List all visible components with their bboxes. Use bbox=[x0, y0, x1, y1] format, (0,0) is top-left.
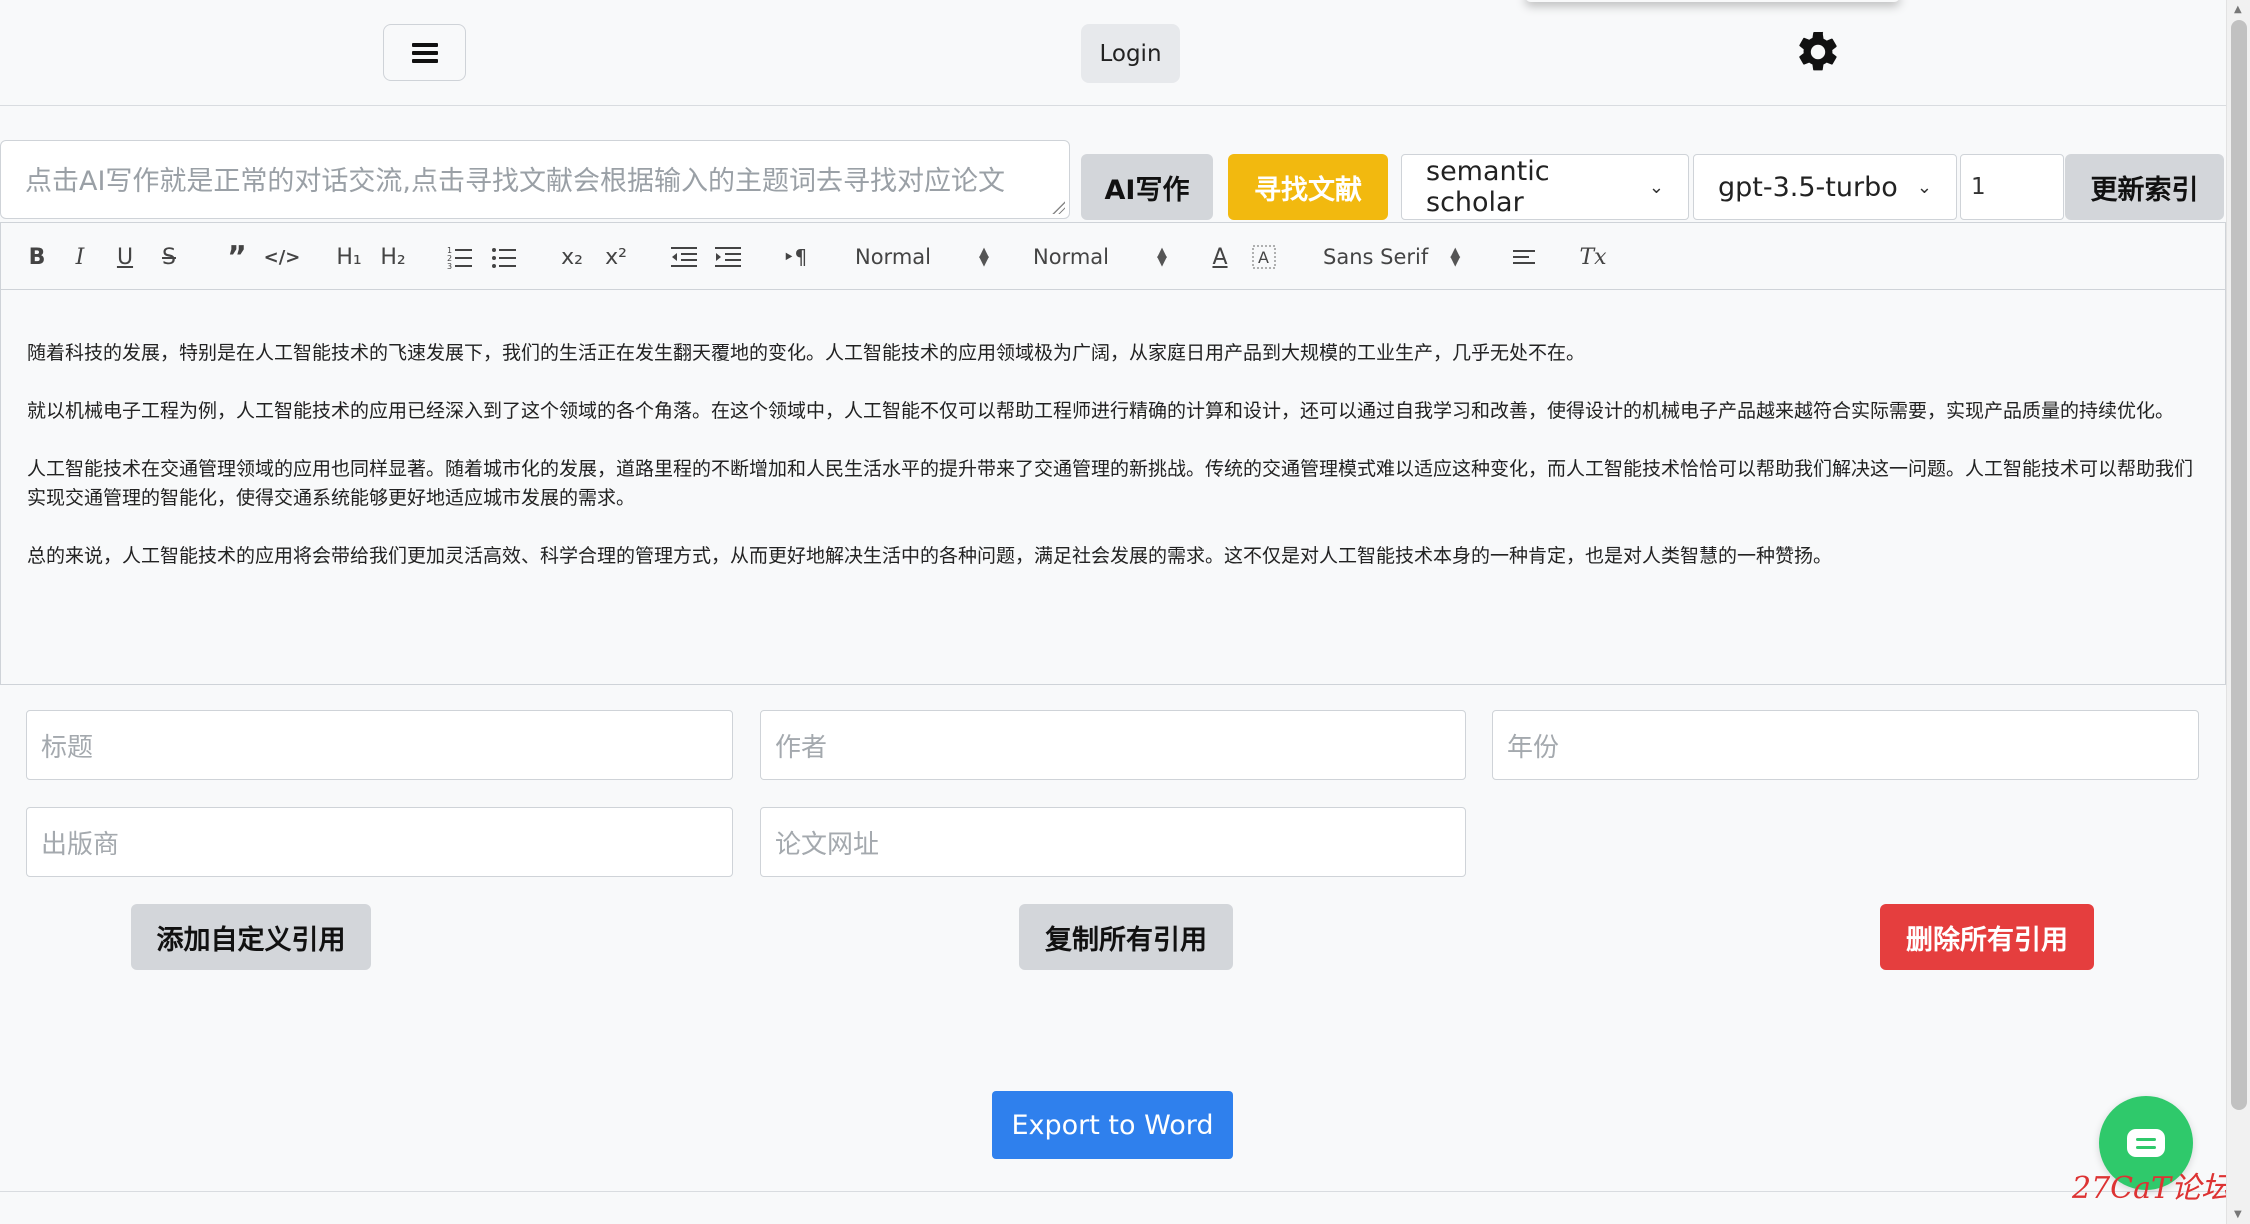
model-select[interactable]: gpt-3.5-turbo ⌄ bbox=[1693, 154, 1957, 220]
url-placeholder: 论文网址 bbox=[775, 829, 880, 860]
rich-text-editor[interactable]: 随着科技的发展，特别是在人工智能技术的飞速发展下，我们的生活正在发生翻天覆地的变… bbox=[0, 289, 2226, 685]
outdent-icon[interactable] bbox=[671, 239, 697, 275]
dropdown-shadow bbox=[1525, 0, 1900, 2]
italic-button[interactable]: I bbox=[68, 239, 92, 275]
header-select[interactable]: Normal ▲ ▼ bbox=[855, 239, 989, 275]
prompt-placeholder: 点击AI写作就是正常的对话交流,点击寻找文献会根据输入的主题词去寻找对应论文 bbox=[25, 166, 1006, 197]
scroll-down-icon[interactable]: ▼ bbox=[2234, 1209, 2242, 1220]
citation-url-input[interactable]: 论文网址 bbox=[760, 807, 1466, 877]
find-references-button[interactable]: 寻找文献 bbox=[1228, 154, 1388, 220]
export-to-word-button[interactable]: Export to Word bbox=[992, 1091, 1233, 1159]
editor-paragraph: 就以机械电子工程为例，人工智能技术的应用已经深入到了这个领域的各个角落。在这个领… bbox=[27, 400, 2175, 422]
clear-format-button[interactable]: Tx bbox=[1579, 239, 1607, 275]
code-block-icon[interactable]: </> bbox=[264, 239, 301, 275]
copy-all-citations-button[interactable]: 复制所有引用 bbox=[1019, 904, 1233, 970]
updown-icon: ▲ ▼ bbox=[978, 245, 989, 269]
gear-icon[interactable] bbox=[1794, 28, 1842, 76]
source-select-value: semantic scholar bbox=[1426, 156, 1550, 218]
title-placeholder: 标题 bbox=[41, 732, 94, 763]
hamburger-icon bbox=[411, 42, 438, 63]
count-input[interactable]: 1 bbox=[1960, 154, 2064, 220]
svg-text:A: A bbox=[1258, 248, 1269, 267]
text-color-button[interactable]: A bbox=[1207, 239, 1233, 275]
chevron-down-icon: ⌄ bbox=[1916, 176, 1932, 198]
updown-icon: ▲ ▼ bbox=[1156, 245, 1167, 269]
header-select-value: Normal bbox=[855, 245, 931, 269]
font-select[interactable]: Sans Serif ▲ ▼ bbox=[1323, 239, 1473, 275]
citation-publisher-input[interactable]: 出版商 bbox=[26, 807, 733, 877]
svg-text:3: 3 bbox=[447, 262, 452, 271]
align-icon[interactable] bbox=[1511, 239, 1537, 275]
h2-button[interactable]: H₂ bbox=[377, 239, 409, 275]
delete-all-citations-button[interactable]: 删除所有引用 bbox=[1880, 904, 2094, 970]
citation-title-input[interactable]: 标题 bbox=[26, 710, 733, 780]
app-root: Login 点击AI写作就是正常的对话交流,点击寻找文献会根据输入的主题词去寻找… bbox=[0, 0, 2250, 1224]
underline-button[interactable]: U bbox=[113, 239, 137, 275]
count-input-value: 1 bbox=[1971, 174, 1986, 200]
publisher-placeholder: 出版商 bbox=[41, 829, 120, 860]
author-placeholder: 作者 bbox=[775, 732, 828, 763]
size-select[interactable]: Normal ▲ ▼ bbox=[1033, 239, 1167, 275]
font-select-value: Sans Serif bbox=[1323, 245, 1429, 269]
footer-divider bbox=[0, 1191, 2226, 1192]
ai-write-button[interactable]: AI写作 bbox=[1081, 154, 1213, 220]
background-color-icon[interactable]: A bbox=[1251, 239, 1277, 275]
resize-grip-icon[interactable] bbox=[1051, 200, 1065, 214]
size-select-value: Normal bbox=[1033, 245, 1109, 269]
indent-icon[interactable] bbox=[715, 239, 741, 275]
superscript-button[interactable]: x² bbox=[601, 239, 631, 275]
top-navbar: Login bbox=[0, 0, 2226, 106]
bold-button[interactable]: B bbox=[25, 239, 49, 275]
editor-paragraph: 总的来说，人工智能技术的应用将会带给我们更加灵活高效、科学合理的管理方式，从而更… bbox=[27, 545, 1833, 567]
h1-button[interactable]: H₁ bbox=[333, 239, 365, 275]
scrollbar-thumb[interactable] bbox=[2231, 20, 2247, 1110]
strike-button[interactable]: S bbox=[157, 239, 181, 275]
chat-bubble-icon bbox=[2127, 1129, 2165, 1157]
subscript-button[interactable]: x₂ bbox=[557, 239, 587, 275]
watermark: 27CaT论坛 bbox=[2072, 1171, 2232, 1206]
source-select[interactable]: semantic scholar ⌄ bbox=[1401, 154, 1689, 220]
chevron-down-icon: ⌄ bbox=[1648, 176, 1664, 198]
editor-toolbar: B I U S ” </> H₁ H₂ 123 x₂ x² ‣¶ Normal … bbox=[0, 222, 2226, 290]
scroll-up-icon[interactable]: ▲ bbox=[2234, 4, 2242, 15]
update-index-button[interactable]: 更新索引 bbox=[2065, 154, 2224, 220]
blockquote-icon[interactable]: ” bbox=[223, 239, 251, 275]
menu-button[interactable] bbox=[383, 24, 466, 81]
editor-paragraph: 人工智能技术在交通管理领域的应用也同样显著。随着城市化的发展，道路里程的不断增加… bbox=[27, 458, 2194, 509]
add-custom-citation-button[interactable]: 添加自定义引用 bbox=[131, 904, 371, 970]
citation-year-input[interactable]: 年份 bbox=[1492, 710, 2199, 780]
prompt-textarea[interactable]: 点击AI写作就是正常的对话交流,点击寻找文献会根据输入的主题词去寻找对应论文 bbox=[0, 140, 1070, 219]
ordered-list-icon[interactable]: 123 bbox=[447, 239, 473, 275]
rtl-direction-icon[interactable]: ‣¶ bbox=[781, 239, 809, 275]
page-scrollbar[interactable]: ▲ ▼ bbox=[2226, 0, 2250, 1224]
bullet-list-icon[interactable] bbox=[491, 239, 517, 275]
citation-author-input[interactable]: 作者 bbox=[760, 710, 1466, 780]
updown-icon: ▲ ▼ bbox=[1450, 245, 1461, 269]
year-placeholder: 年份 bbox=[1507, 732, 1560, 763]
editor-paragraph: 随着科技的发展，特别是在人工智能技术的飞速发展下，我们的生活正在发生翻天覆地的变… bbox=[27, 342, 1586, 364]
login-button[interactable]: Login bbox=[1081, 24, 1180, 83]
model-select-value: gpt-3.5-turbo bbox=[1718, 171, 1898, 203]
